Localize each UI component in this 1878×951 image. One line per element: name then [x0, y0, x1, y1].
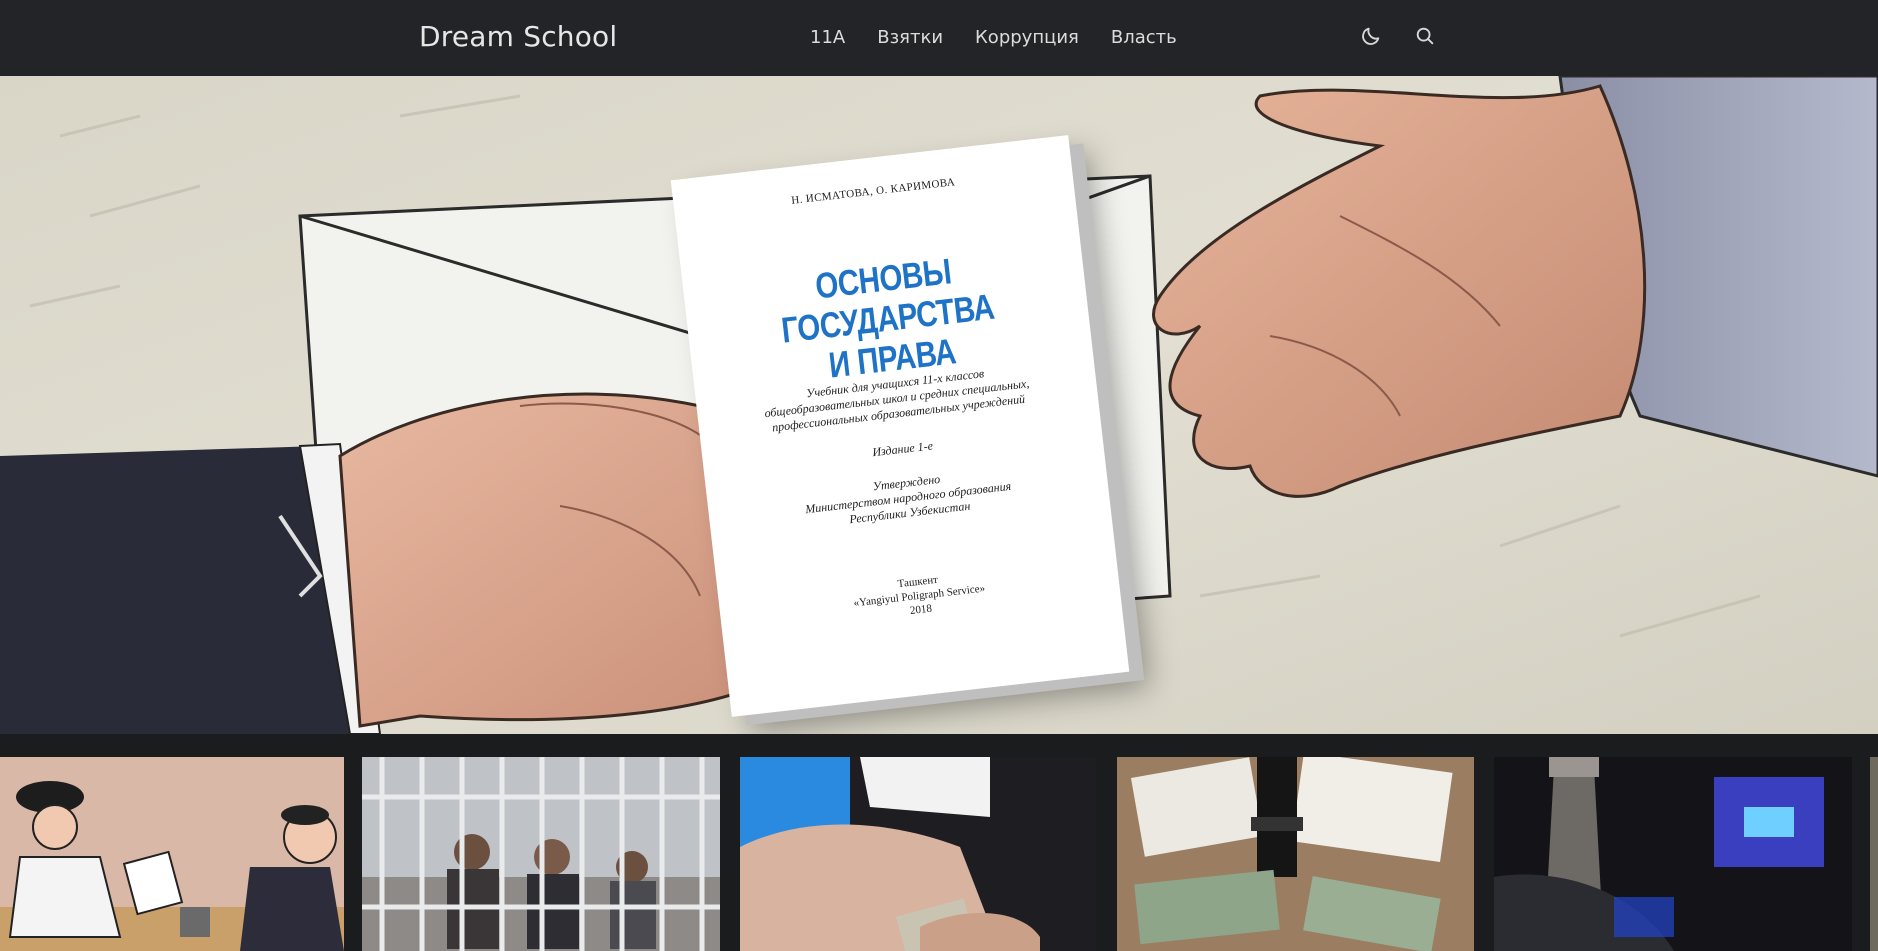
nav-item-power[interactable]: Власть	[1111, 26, 1177, 50]
search-icon	[1416, 27, 1434, 45]
thumbnail-seized-money[interactable]	[1117, 757, 1474, 951]
theme-toggle-button[interactable]	[1357, 22, 1385, 50]
thumbnail-strip	[0, 734, 1878, 951]
book-approval: Утверждено Министерством народного образ…	[747, 458, 1070, 539]
nav-item-11a[interactable]: 11A	[810, 26, 845, 50]
nav-item-corruption[interactable]: Коррупция	[975, 26, 1079, 50]
moon-icon	[1362, 27, 1380, 45]
thumbnail-image	[362, 757, 720, 951]
nav-item-bribes[interactable]: Взятки	[877, 26, 943, 50]
site-logo[interactable]: Dream School	[419, 20, 617, 53]
thumbnail-cartoon-bribe[interactable]	[0, 757, 344, 951]
search-button[interactable]	[1411, 22, 1439, 50]
site-header: Dream School 11A Взятки Коррупция Власть	[0, 0, 1878, 76]
thumbnail-partial[interactable]	[1870, 757, 1878, 951]
main-nav: 11A Взятки Коррупция Власть	[810, 26, 1209, 50]
thumbnail-image	[1870, 757, 1878, 951]
book-publisher-info: Ташкент «Yangiyul Poligraph Service» 201…	[758, 557, 1081, 635]
thumbnail-image	[740, 757, 1096, 951]
textbook-cover: Н. ИСМАТОВА, О. КАРИМОВА ОСНОВЫ ГОСУДАРС…	[670, 135, 1130, 717]
thumbnail-image	[1494, 757, 1852, 951]
thumbnail-courtroom-cage[interactable]	[362, 757, 720, 951]
thumbnail-image	[1117, 757, 1474, 951]
thumbnail-dark-scene[interactable]	[1494, 757, 1852, 951]
hero-banner[interactable]: Н. ИСМАТОВА, О. КАРИМОВА ОСНОВЫ ГОСУДАРС…	[0, 76, 1878, 734]
thumbnail-image	[0, 757, 344, 951]
thumbnail-cash-handover[interactable]	[740, 757, 1096, 951]
